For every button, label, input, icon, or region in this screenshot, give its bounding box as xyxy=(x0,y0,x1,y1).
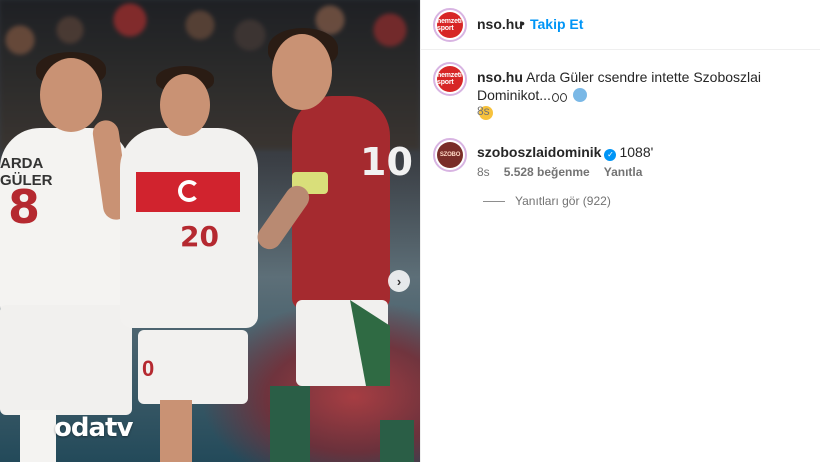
avatar[interactable]: nemzeti sport xyxy=(433,8,467,42)
post-details-panel: nemzeti sport nso.hu • Takip Et nemzeti … xyxy=(420,0,820,462)
comment-text: szoboszlaidominik ✓ 1088' xyxy=(477,143,811,161)
eyes-emoji-icon xyxy=(551,93,559,102)
nemzeti-sport-logo-icon: nemzeti sport xyxy=(437,66,463,92)
avatar[interactable]: nemzeti sport xyxy=(433,62,467,96)
comment-body: 1088' xyxy=(619,144,654,160)
watermark-logo: odatv xyxy=(54,413,133,443)
reply-divider xyxy=(483,200,505,202)
comment-meta: 8s 5.528 beğenme Yanıtla xyxy=(477,165,642,179)
caption-time: 8s xyxy=(477,104,490,118)
nemzeti-sport-logo-icon: nemzeti sport xyxy=(437,12,463,38)
reply-button[interactable]: Yanıtla xyxy=(604,165,643,179)
caption-text: nso.hu Arda Güler csendre intette Szobos… xyxy=(477,68,811,122)
separator-dot: • xyxy=(520,15,525,31)
next-image-button[interactable]: › xyxy=(388,270,410,292)
verified-badge-icon: ✓ xyxy=(604,149,617,161)
shirt-number: 20 xyxy=(180,220,219,253)
profile-photo-icon: SZOBO xyxy=(437,142,463,168)
comment-likes[interactable]: 5.528 beğenme xyxy=(504,165,590,179)
comment-time: 8s xyxy=(477,165,490,179)
chevron-right-icon: › xyxy=(396,273,402,289)
comment-username[interactable]: szoboszlaidominik xyxy=(477,144,601,160)
header-username[interactable]: nso.hu xyxy=(477,16,523,32)
post-header: nemzeti sport nso.hu • Takip Et xyxy=(421,0,820,50)
post-image[interactable]: ARDA GÜLER 8 20 0 10 odatv › xyxy=(0,0,420,462)
view-replies-button[interactable]: Yanıtları gör (922) xyxy=(483,194,611,208)
caption-username[interactable]: nso.hu xyxy=(477,69,523,85)
shirt-number: 8 xyxy=(8,180,41,234)
view-replies-label: Yanıtları gör (922) xyxy=(515,194,611,208)
eyes-emoji-icon xyxy=(559,93,567,102)
shirt-number: 10 xyxy=(360,140,413,184)
shorts-number: 0 xyxy=(142,356,155,381)
smile-emoji-icon xyxy=(572,88,587,102)
follow-button[interactable]: Takip Et xyxy=(530,16,583,32)
avatar[interactable]: SZOBO xyxy=(433,138,467,172)
